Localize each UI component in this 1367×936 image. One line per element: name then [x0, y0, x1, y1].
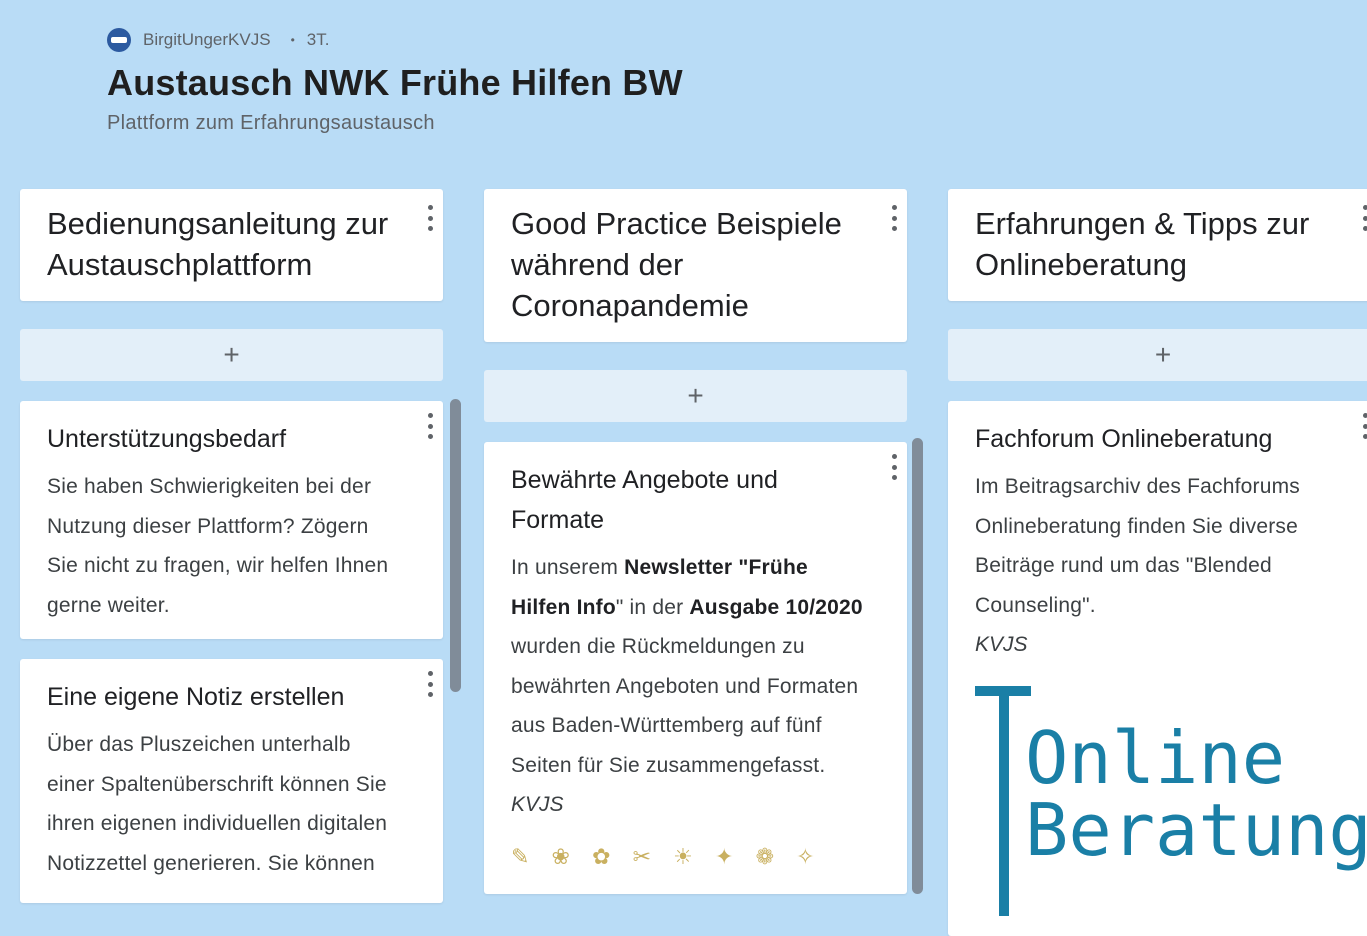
- column-title: Erfahrungen & Tipps zur Onlineberatung: [975, 206, 1310, 282]
- column-header[interactable]: Bedienungsanleitung zur Austauschplattfo…: [20, 189, 443, 301]
- logo-text: Online Beratung: [1025, 716, 1367, 872]
- card-author: KVJS: [975, 633, 1028, 656]
- more-options-icon[interactable]: [1362, 205, 1367, 231]
- post-card[interactable]: Unterstützungsbedarf Sie haben Schwierig…: [20, 401, 443, 639]
- logo-bar: [999, 686, 1009, 916]
- card-author: KVJS: [511, 793, 564, 816]
- column-scrollbar[interactable]: [450, 399, 461, 692]
- issue-link[interactable]: Ausgabe 10/2020: [689, 596, 862, 619]
- separator-dot: •: [290, 33, 295, 47]
- column-onlineberatung: Erfahrungen & Tipps zur Onlineberatung +…: [948, 189, 1367, 936]
- post-card[interactable]: Fachforum Onlineberatung Im Beitragsarch…: [948, 401, 1367, 936]
- column-title: Bedienungsanleitung zur Austauschplattfo…: [47, 206, 389, 282]
- card-body: Über das Pluszeichen unterhalb einer Spa…: [47, 733, 388, 875]
- post-age: 3T.: [306, 30, 330, 49]
- newsletter-link[interactable]: Newsletter: [624, 556, 732, 579]
- more-options-icon[interactable]: [891, 205, 897, 231]
- more-options-icon[interactable]: [427, 205, 433, 231]
- card-title: Bewährte Angebote und Formate: [511, 466, 778, 534]
- add-post-button[interactable]: +: [20, 329, 443, 381]
- author-name[interactable]: BirgitUngerKVJS: [143, 30, 271, 50]
- column-good-practice: Good Practice Beispiele während der Coro…: [484, 189, 907, 894]
- column-scrollbar[interactable]: [912, 438, 923, 894]
- more-options-icon[interactable]: [1362, 413, 1367, 439]
- column-title: Good Practice Beispiele während der Coro…: [511, 206, 842, 323]
- card-title: Eine eigene Notiz erstellen: [47, 683, 345, 711]
- column-bedienungsanleitung: Bedienungsanleitung zur Austauschplattfo…: [20, 189, 443, 903]
- more-options-icon[interactable]: [427, 413, 433, 439]
- author-line: BirgitUngerKVJS • 3T.: [107, 26, 683, 54]
- add-post-button[interactable]: +: [484, 370, 907, 422]
- column-header[interactable]: Good Practice Beispiele während der Coro…: [484, 189, 907, 342]
- page-subtitle: Plattform zum Erfahrungsaustausch: [107, 112, 435, 134]
- post-card[interactable]: Eine eigene Notiz erstellen Über das Plu…: [20, 659, 443, 903]
- page-title: Austausch NWK Frühe Hilfen BW: [107, 62, 683, 103]
- more-options-icon[interactable]: [891, 454, 897, 480]
- column-header[interactable]: Erfahrungen & Tipps zur Onlineberatung: [948, 189, 1367, 301]
- post-card[interactable]: Bewährte Angebote und Formate In unserem…: [484, 442, 907, 894]
- card-body: Sie haben Schwierigkeiten bei der Nutzun…: [47, 475, 389, 617]
- onlineberatung-logo[interactable]: Online Beratung: [975, 686, 1367, 916]
- card-body: Im Beitragsarchiv des Fachforums Onlineb…: [975, 475, 1301, 617]
- more-options-icon[interactable]: [427, 671, 433, 697]
- attachment-preview-image[interactable]: ✎ ❀ ✿ ✂ ☀ ✦ ❁ ✧: [511, 844, 867, 874]
- add-post-button[interactable]: +: [948, 329, 1367, 381]
- avatar[interactable]: [107, 28, 131, 52]
- card-body: In unserem Newsletter "Frühe Hilfen Info…: [511, 556, 863, 777]
- card-title: Fachforum Onlineberatung: [975, 425, 1273, 453]
- card-title: Unterstützungsbedarf: [47, 425, 287, 453]
- board-header: BirgitUngerKVJS • 3T. Austausch NWK Früh…: [107, 26, 683, 135]
